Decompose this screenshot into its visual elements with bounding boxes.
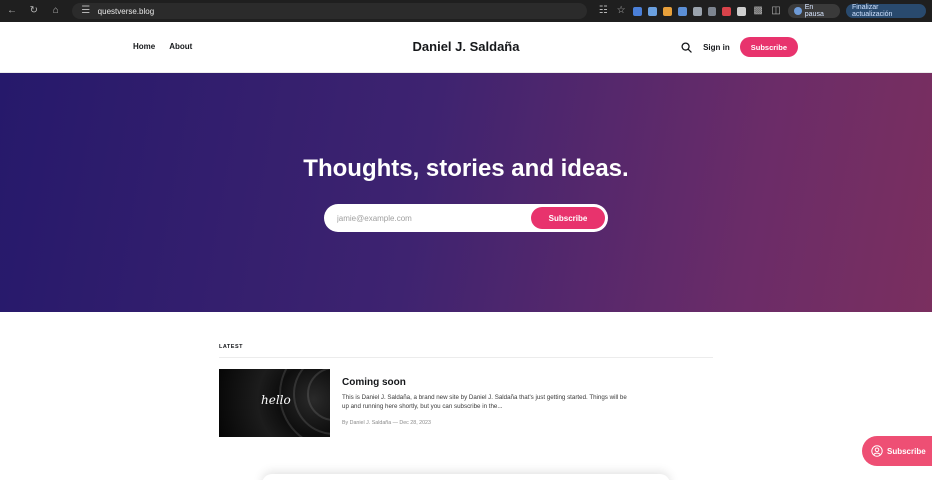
hero-subscribe-button[interactable]: Subscribe	[531, 207, 605, 229]
extension-icon[interactable]	[647, 6, 657, 16]
post-excerpt: This is Daniel J. Saldaña, a brand new s…	[342, 394, 627, 410]
profile-label: En pausa	[804, 4, 824, 18]
url-text: questverse.blog	[97, 6, 155, 16]
address-bar[interactable]: ☰ questverse.blog	[71, 3, 588, 19]
nav-link-about[interactable]: About	[169, 42, 192, 51]
nav-link-home[interactable]: Home	[133, 42, 155, 51]
hero-title: Thoughts, stories and ideas.	[303, 155, 629, 182]
image-text: hello	[261, 393, 291, 407]
post-card[interactable]: hello Coming soon This is Daniel J. Sald…	[219, 369, 713, 437]
extension-icon[interactable]	[707, 6, 717, 16]
latest-section-label: LATEST	[219, 344, 243, 350]
extension-icon[interactable]	[692, 6, 702, 16]
extension-icon[interactable]	[722, 6, 732, 16]
primary-nav: Home About	[133, 42, 192, 51]
header-subscribe-button[interactable]: Subscribe	[739, 37, 798, 57]
signin-link[interactable]: Sign in	[703, 43, 730, 52]
extension-icon[interactable]	[662, 6, 672, 16]
header-actions: Sign in Subscribe	[679, 37, 798, 57]
profile-button[interactable]: En pausa	[787, 4, 840, 18]
hero-banner: Thoughts, stories and ideas. Subscribe	[0, 73, 932, 312]
site-settings-icon[interactable]: ☰	[80, 5, 92, 17]
floating-subscribe-label: Subscribe	[887, 446, 926, 456]
translate-icon[interactable]: ☷	[597, 5, 609, 17]
bookmark-star-icon[interactable]: ☆	[615, 5, 627, 17]
puzzle-icon[interactable]: ▩	[752, 5, 764, 17]
post-feature-image[interactable]: hello	[219, 369, 330, 437]
reload-icon[interactable]: ↻	[28, 5, 40, 17]
extensions-row: ☷ ☆ ▩ ◫ En pausa Finalizar actualización	[597, 4, 926, 18]
home-icon[interactable]: ⌂	[50, 5, 62, 17]
extension-icon[interactable]	[737, 6, 747, 16]
floating-subscribe-button[interactable]: Subscribe	[862, 436, 932, 466]
update-button[interactable]: Finalizar actualización	[845, 4, 926, 18]
post-title[interactable]: Coming soon	[342, 377, 406, 388]
site-title[interactable]: Daniel J. Saldaña	[413, 39, 520, 54]
portal-icon	[871, 445, 883, 457]
email-input[interactable]	[337, 213, 531, 223]
next-section-card	[262, 474, 670, 480]
sidebar-icon[interactable]: ◫	[770, 5, 782, 17]
post-meta: By Daniel J. Saldaña — Dec 28, 2023	[342, 420, 431, 426]
divider	[219, 357, 713, 358]
extension-icon[interactable]	[677, 6, 687, 16]
search-icon[interactable]	[679, 40, 693, 54]
browser-toolbar: ← ↻ ⌂ ☰ questverse.blog ☷ ☆ ▩ ◫ En pausa…	[0, 0, 932, 22]
site-header: Home About Daniel J. Saldaña Sign in Sub…	[0, 22, 932, 73]
extension-icon[interactable]	[633, 6, 642, 16]
hero-subscribe-form: Subscribe	[324, 204, 608, 232]
avatar	[793, 7, 802, 15]
back-icon[interactable]: ←	[6, 5, 18, 17]
